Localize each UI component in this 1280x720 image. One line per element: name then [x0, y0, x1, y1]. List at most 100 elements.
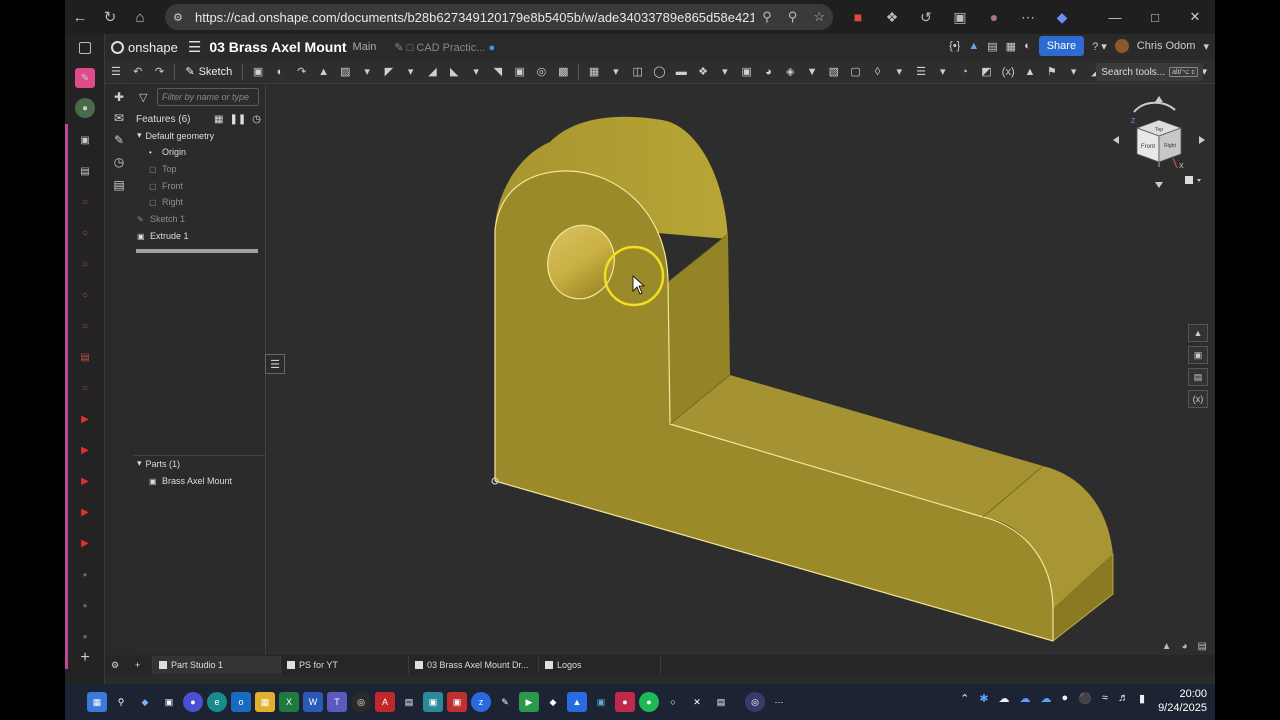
defender-icon[interactable]: ▲ — [567, 692, 587, 712]
collapse-panel-button[interactable]: ☰ — [265, 354, 285, 374]
youtube-tab-icon-2[interactable]: ▶ — [75, 440, 95, 460]
user-name[interactable]: Chris Odom — [1137, 40, 1196, 52]
offset-surface-icon[interactable]: ▧ — [824, 64, 844, 80]
section-icon[interactable]: ▲ — [1162, 641, 1172, 652]
app-icon-1[interactable]: ● — [183, 692, 203, 712]
tab-icon-1[interactable]: ○ — [75, 192, 95, 212]
boolean-icon[interactable]: ◯ — [650, 64, 670, 80]
undo-icon[interactable]: ↶ — [128, 64, 148, 80]
app-icon-8[interactable]: ● — [615, 692, 635, 712]
onedrive-business-icon[interactable]: ☁ — [1041, 692, 1052, 705]
dropdown-chevron-icon[interactable]: ▾ — [357, 64, 377, 80]
display-mode-icon[interactable]: ◕ — [1182, 641, 1188, 652]
filter-input[interactable]: Filter by name or type — [157, 88, 259, 106]
home-icon[interactable]: ⌂ — [125, 2, 155, 32]
dropdown-chevron-icon[interactable]: ▾ — [933, 64, 953, 80]
site-info-icon[interactable]: ⚙ — [173, 11, 187, 24]
youtube-tab-icon-1[interactable]: ▶ — [75, 409, 95, 429]
mass-properties-icon[interactable]: ▤ — [1188, 368, 1208, 386]
chevron-down-icon[interactable]: ▾ — [137, 130, 142, 141]
notifications-icon[interactable]: ▲ — [968, 40, 979, 52]
tab-icon-8[interactable]: ● — [75, 564, 95, 584]
transform-icon[interactable]: ❖ — [693, 64, 713, 80]
shell-icon[interactable]: ▣ — [510, 64, 530, 80]
tag-icon[interactable]: ⚑ — [1042, 64, 1062, 80]
edit-icon[interactable]: ✎ — [111, 132, 127, 148]
history-icon[interactable]: ◷ — [111, 154, 127, 170]
zoom-icon[interactable]: z — [471, 692, 491, 712]
view-right-arrow-icon[interactable] — [1199, 136, 1205, 144]
app-icon-11[interactable]: ▤ — [711, 692, 731, 712]
view-left-arrow-icon[interactable] — [1113, 136, 1119, 144]
fillet-icon[interactable]: ◤ — [379, 64, 399, 80]
copilot-icon[interactable]: ◆ — [135, 692, 155, 712]
onshape-taskbar-icon[interactable]: ◎ — [745, 692, 765, 712]
replace-face-icon[interactable]: ▼ — [802, 64, 822, 80]
word-icon[interactable]: W — [303, 692, 323, 712]
system-clock[interactable]: 20:00 9/24/2025 — [1158, 687, 1207, 715]
move-face-icon[interactable]: ◈ — [780, 64, 800, 80]
plane-front-row[interactable]: ▢ Front — [149, 178, 183, 193]
part-model[interactable] — [267, 84, 1215, 655]
tray-chevron-icon[interactable]: ⌃ — [960, 692, 969, 705]
tab-ps-for-yt[interactable]: PS for YT — [281, 656, 409, 674]
battery-icon[interactable]: ▮ — [1139, 692, 1145, 705]
app-icon-10[interactable]: ✕ — [687, 692, 707, 712]
chrome-icon[interactable]: ◎ — [351, 692, 371, 712]
sweep-icon[interactable]: ↷ — [292, 64, 312, 80]
chevron-down-icon[interactable]: ▾ — [137, 458, 142, 469]
search-icon[interactable]: ⚲ — [111, 692, 131, 712]
plane-icon[interactable]: ▢ — [846, 64, 866, 80]
render-mode-icon[interactable]: ▤ — [1198, 641, 1207, 652]
back-icon[interactable]: ← — [65, 2, 95, 32]
youtube-tab-icon-4[interactable]: ▶ — [75, 502, 95, 522]
tabs-icon[interactable] — [79, 42, 91, 54]
variables-icon[interactable]: {•} — [949, 40, 960, 52]
appearance-panel-icon[interactable]: ▲ — [1188, 324, 1208, 342]
dropdown-chevron-icon[interactable]: ▾ — [606, 64, 626, 80]
notes-icon[interactable]: ▤ — [111, 177, 127, 193]
revolve-icon[interactable]: ◐ — [270, 64, 290, 80]
mate-connector-icon[interactable]: ◊ — [868, 64, 888, 80]
feature-list-icon[interactable]: ☰ — [106, 64, 126, 80]
key-icon[interactable]: ⚲ — [762, 9, 772, 25]
youtube-tab-icon-3[interactable]: ▶ — [75, 471, 95, 491]
tab-part-studio[interactable]: Part Studio 1 — [153, 656, 281, 674]
pdf-extension-icon[interactable]: ■ — [845, 4, 871, 30]
folder-icon[interactable]: ▦ — [214, 114, 223, 125]
sketch-button[interactable]: ✎ Sketch — [185, 65, 232, 79]
view-options-chevron-icon[interactable] — [1197, 179, 1201, 182]
variable-icon[interactable]: (x) — [998, 64, 1018, 80]
origin-row[interactable]: • Origin — [149, 144, 186, 159]
more-icon[interactable]: ⋯ — [1015, 4, 1041, 30]
app-icon-5[interactable]: ▶ — [519, 692, 539, 712]
profile-avatar-icon[interactable]: ● — [981, 4, 1007, 30]
avatar[interactable] — [1114, 39, 1129, 53]
appearance-icon[interactable]: ◐ — [1024, 40, 1031, 52]
tab-icon-2[interactable]: ○ — [75, 223, 95, 243]
delete-part-icon[interactable]: ▣ — [737, 64, 757, 80]
rollback-bar[interactable] — [136, 249, 258, 253]
onedrive-icon[interactable]: ☁ — [1020, 692, 1031, 705]
dropdown-chevron-icon[interactable]: ▾ — [466, 64, 486, 80]
tab-icon-6[interactable]: ▤ — [75, 347, 95, 367]
notepad-icon[interactable]: ▤ — [399, 692, 419, 712]
tab-logos[interactable]: Logos — [539, 656, 661, 674]
filter-icon[interactable]: ▽ — [139, 91, 147, 104]
wrap-icon[interactable]: ▩ — [553, 64, 573, 80]
teams-icon[interactable]: T — [327, 692, 347, 712]
plane-top-row[interactable]: ▢ Top — [149, 161, 177, 176]
menu-icon[interactable]: ☰ — [188, 38, 201, 56]
tab-icon-10[interactable]: ● — [75, 626, 95, 646]
minimize-icon[interactable]: — — [1095, 4, 1135, 30]
pattern-icon[interactable]: ▦ — [584, 64, 604, 80]
graphics-viewport[interactable]: Top Front Right Z X ▲ ▣ ▤ (x) ▲ ◕ ▤ — [267, 84, 1215, 655]
wifi-icon[interactable]: ≈ — [1102, 692, 1108, 705]
sketch-row[interactable]: ✎ Sketch 1 — [137, 211, 185, 226]
image-tab-icon[interactable]: ▣ — [75, 130, 95, 150]
onshape-tab-icon[interactable]: ● — [75, 98, 95, 118]
refresh-icon[interactable]: ↻ — [95, 2, 125, 32]
doc-tab-icon[interactable]: ▤ — [75, 161, 95, 181]
parts-panel-icon[interactable]: ▣ — [1188, 346, 1208, 364]
parts-header[interactable]: ▾ Parts (1) — [137, 456, 180, 471]
